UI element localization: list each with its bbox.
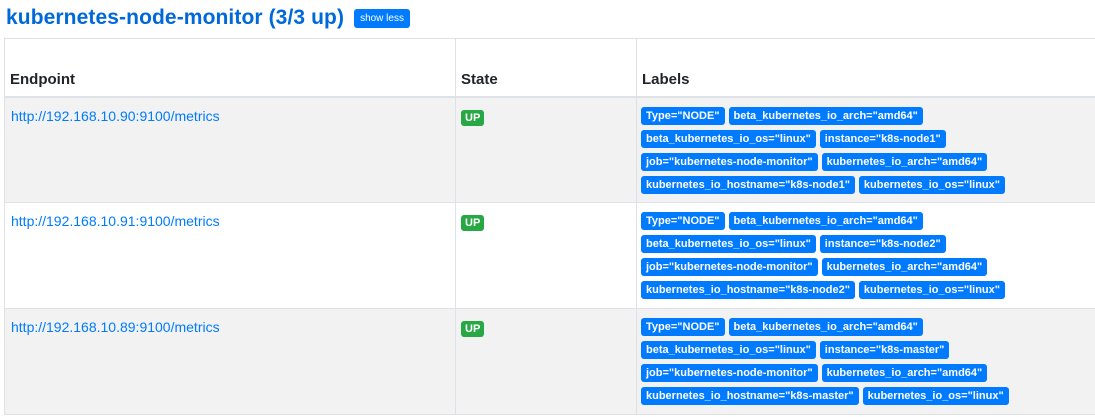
table-row: http://192.168.10.91:9100/metrics UP Type=… (4, 202, 1095, 309)
label-badge: kubernetes_io_arch="amd64" (821, 152, 988, 171)
label-row: beta_kubernetes_io_os="linux" instance="k… (641, 129, 1095, 148)
endpoint-cell: http://192.168.10.91:9100/metrics (4, 202, 456, 309)
label-row: job="kubernetes-node-monitor" kubernetes_… (641, 258, 1095, 276)
endpoint-link[interactable]: http://192.168.10.91:9100/metrics (11, 213, 220, 229)
job-title[interactable]: kubernetes-node-monitor (3/3 up) (6, 6, 344, 30)
label-badge: kubernetes_io_hostname="k8s-master" (641, 387, 859, 405)
label-row: Type="NODE" beta_kubernetes_io_arch="amd6… (641, 318, 1095, 336)
label-badge: kubernetes_io_hostname="k8s-node2" (641, 281, 855, 299)
label-badge: beta_kubernetes_io_arch="amd64" (728, 106, 923, 125)
state-badge: UP (461, 321, 485, 337)
label-badge: kubernetes_io_os="linux" (862, 387, 1009, 405)
show-less-button[interactable]: show less (354, 8, 410, 28)
label-badge: kubernetes_io_arch="amd64" (821, 258, 988, 276)
labels-cell: Type="NODE" beta_kubernetes_io_arch="amd6… (636, 96, 1095, 203)
table-row: http://192.168.10.90:9100/metrics UP Type=… (4, 96, 1095, 203)
label-row: beta_kubernetes_io_os="linux" instance="k… (641, 341, 1095, 359)
label-badge: kubernetes_io_os="linux" (858, 175, 1005, 194)
label-badge: job="kubernetes-node-monitor" (641, 152, 818, 171)
state-cell: UP (455, 96, 637, 203)
targets-table: Endpoint State Labels http://192.168.10.… (4, 38, 1095, 415)
state-cell: UP (455, 308, 637, 415)
label-row: job="kubernetes-node-monitor" kubernetes_… (641, 364, 1095, 382)
label-row: beta_kubernetes_io_os="linux" instance="k… (641, 235, 1095, 253)
table-row: http://192.168.10.89:9100/metrics UP Type=… (4, 308, 1095, 415)
endpoint-link[interactable]: http://192.168.10.89:9100/metrics (11, 319, 220, 335)
label-badge: Type="NODE" (641, 106, 725, 125)
labels-cell: Type="NODE" beta_kubernetes_io_arch="amd6… (636, 202, 1095, 309)
label-badge: job="kubernetes-node-monitor" (641, 364, 818, 382)
label-row: kubernetes_io_hostname="k8s-master" kuber… (641, 387, 1095, 405)
label-badge: instance="k8s-master" (819, 341, 950, 359)
label-badge: Type="NODE" (641, 318, 725, 336)
state-badge: UP (461, 215, 485, 231)
target-rows: http://192.168.10.90:9100/metrics UP Type=… (4, 96, 1095, 415)
table-header-row: Endpoint State Labels (4, 38, 1095, 98)
label-row: Type="NODE" beta_kubernetes_io_arch="amd6… (641, 106, 1095, 125)
label-row: Type="NODE" beta_kubernetes_io_arch="amd6… (641, 212, 1095, 230)
label-badge: instance="k8s-node1" (819, 129, 946, 148)
endpoint-column-header: Endpoint (4, 38, 456, 98)
label-row: kubernetes_io_hostname="k8s-node1" kubern… (641, 175, 1095, 194)
endpoint-cell: http://192.168.10.89:9100/metrics (4, 308, 456, 415)
label-badge: beta_kubernetes_io_arch="amd64" (728, 318, 923, 336)
labels-column-header: Labels (636, 38, 1095, 98)
endpoint-cell: http://192.168.10.90:9100/metrics (4, 96, 456, 203)
label-badge: job="kubernetes-node-monitor" (641, 258, 818, 276)
labels-cell: Type="NODE" beta_kubernetes_io_arch="amd6… (636, 308, 1095, 415)
label-badge: Type="NODE" (641, 212, 725, 230)
label-badge: beta_kubernetes_io_os="linux" (641, 341, 816, 359)
label-badge: kubernetes_io_hostname="k8s-node1" (641, 175, 855, 194)
label-badge: kubernetes_io_arch="amd64" (821, 364, 988, 382)
label-badge: beta_kubernetes_io_os="linux" (641, 129, 816, 148)
state-cell: UP (455, 202, 637, 309)
job-header: kubernetes-node-monitor (3/3 up) show le… (6, 6, 410, 30)
label-badge: kubernetes_io_os="linux" (858, 281, 1005, 299)
label-badge: beta_kubernetes_io_os="linux" (641, 235, 816, 253)
label-row: job="kubernetes-node-monitor" kubernetes_… (641, 152, 1095, 171)
label-badge: beta_kubernetes_io_arch="amd64" (728, 212, 923, 230)
state-column-header: State (455, 38, 637, 98)
label-row: kubernetes_io_hostname="k8s-node2" kubern… (641, 281, 1095, 299)
label-badge: instance="k8s-node2" (819, 235, 946, 253)
state-badge: UP (461, 109, 485, 126)
endpoint-link[interactable]: http://192.168.10.90:9100/metrics (11, 108, 220, 124)
